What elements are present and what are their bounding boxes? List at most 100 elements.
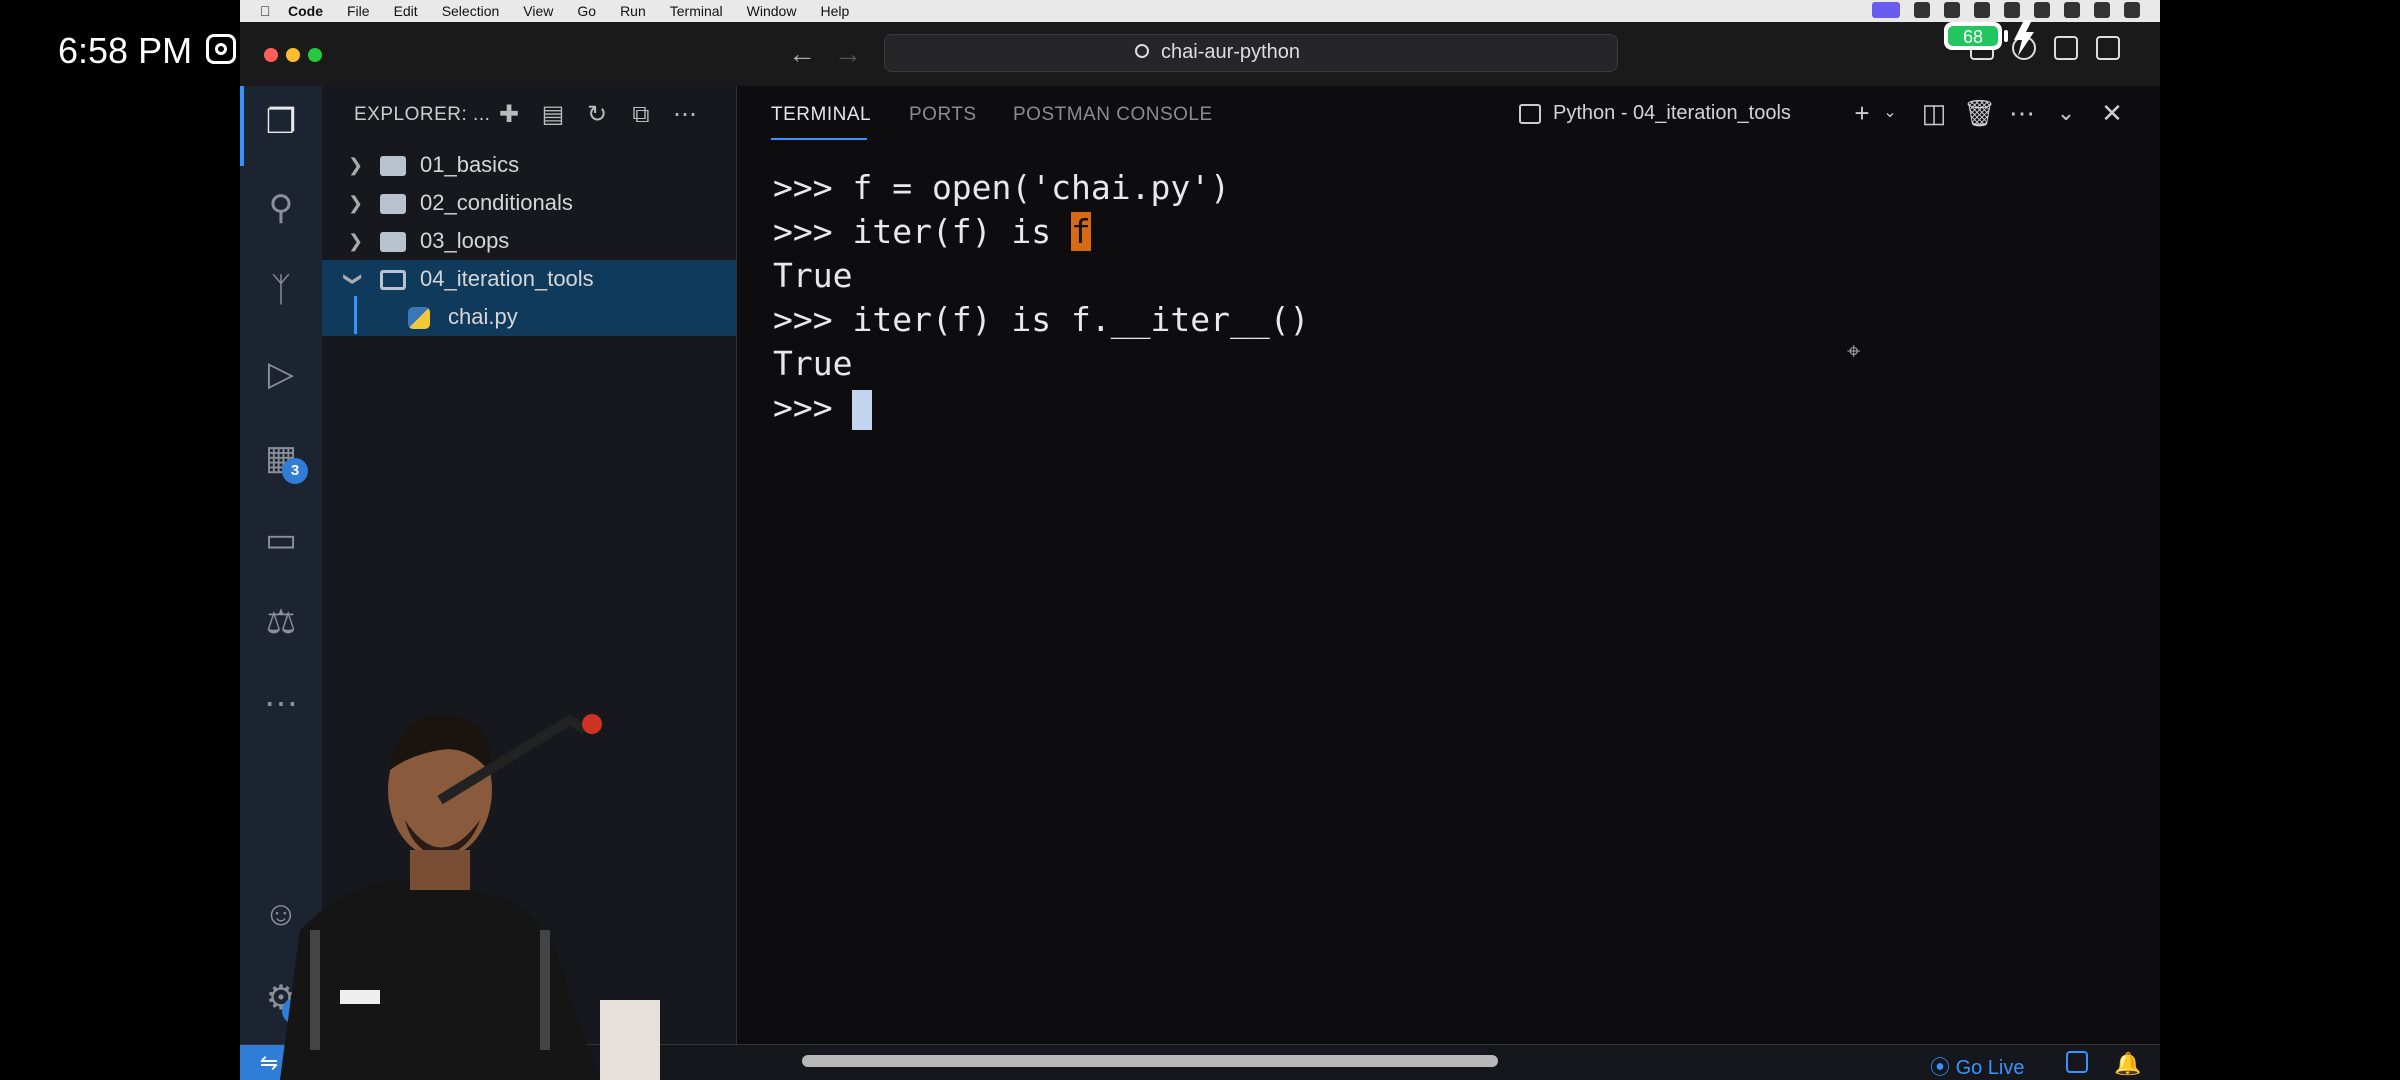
terminal-prompt: >>> xyxy=(773,388,853,427)
siri-icon[interactable] xyxy=(2094,2,2110,18)
tree-folder-04-iteration-tools[interactable]: ❯ 04_iteration_tools xyxy=(322,260,736,298)
charging-bolt-icon xyxy=(2014,20,2034,56)
tree-label: 02_conditionals xyxy=(420,190,573,215)
terminal-line-text: >>> iter(f) is xyxy=(773,212,1072,251)
source-control-icon[interactable]: ᛉ xyxy=(259,268,303,312)
tree-file-chai-py[interactable]: chai.py xyxy=(322,298,736,336)
tab-ports[interactable]: PORTS xyxy=(909,104,977,126)
search-text: chai-aur-python xyxy=(1161,41,1300,63)
command-center-search[interactable]: chai-aur-python xyxy=(884,34,1618,72)
battery-level: 68 xyxy=(1963,27,1983,47)
open-folder-icon xyxy=(380,270,406,290)
run-debug-icon[interactable]: ▷ xyxy=(259,352,303,396)
tree-label: chai.py xyxy=(448,304,518,329)
folder-icon xyxy=(380,156,406,176)
minimize-window-button[interactable] xyxy=(286,48,300,62)
menu-code[interactable]: Code xyxy=(288,3,323,19)
chevron-right-icon: ❯ xyxy=(348,231,364,251)
chevron-right-icon: ❯ xyxy=(348,193,364,213)
folder-icon xyxy=(380,232,406,252)
control-center-icon[interactable] xyxy=(2064,2,2080,18)
search-icon[interactable]: ⚲ xyxy=(259,186,303,230)
refresh-icon[interactable]: ↻ xyxy=(584,102,610,128)
new-file-icon[interactable]: ✚ xyxy=(496,102,522,128)
remote-explorer-icon[interactable]: ▭ xyxy=(259,518,303,562)
python-file-icon xyxy=(408,307,430,329)
menu-go[interactable]: Go xyxy=(577,3,596,19)
chevron-right-icon: ❯ xyxy=(348,155,364,175)
terminal-line: True xyxy=(773,344,853,383)
split-terminal-icon[interactable]: ◫ xyxy=(1919,98,1949,128)
close-window-button[interactable] xyxy=(264,48,278,62)
collapse-all-icon[interactable]: ⧉ xyxy=(628,102,654,128)
title-bar: ← → chai-aur-python xyxy=(240,22,2160,86)
terminal-output[interactable]: >>> f = open('chai.py') >>> iter(f) is f… xyxy=(773,166,1309,430)
terminal-prompt-line: >>> xyxy=(773,386,1309,430)
terminal-icon xyxy=(1519,104,1541,124)
tree-label: 03_loops xyxy=(420,228,510,253)
extensions-badge: 3 xyxy=(282,458,308,484)
tree-label: 04_iteration_tools xyxy=(420,266,594,291)
terminal-line: >>> f = open('chai.py') xyxy=(773,168,1230,207)
back-arrow-icon[interactable]: ← xyxy=(788,38,816,70)
text-cursor-ibeam: ⌖ xyxy=(1847,338,1861,365)
indent-guide xyxy=(354,296,357,334)
menu-terminal[interactable]: Terminal xyxy=(670,3,723,19)
phone-battery-icon: 68 xyxy=(1944,20,2034,56)
tree-folder-02-conditionals[interactable]: ❯ 02_conditionals xyxy=(322,184,736,222)
forward-arrow-icon[interactable]: → xyxy=(834,38,862,70)
close-panel-icon[interactable]: ✕ xyxy=(2097,98,2127,128)
chevron-down-icon[interactable]: ⌄ xyxy=(1875,98,1905,128)
folder-icon xyxy=(380,194,406,214)
go-live-label: Go Live xyxy=(1955,1057,2025,1079)
display-icon[interactable] xyxy=(2004,2,2020,18)
bluetooth-icon[interactable] xyxy=(1974,2,1990,18)
new-folder-icon[interactable]: ▤ xyxy=(540,102,566,128)
menu-window[interactable]: Window xyxy=(747,3,797,19)
apple-icon[interactable]:  xyxy=(260,3,278,19)
presenter-webcam-overlay xyxy=(280,714,660,1080)
menu-run[interactable]: Run xyxy=(620,3,646,19)
terminal-line: >>> iter(f) is f.__iter__() xyxy=(773,300,1310,339)
explorer-icon[interactable]: ❐ xyxy=(259,100,303,144)
signal2-icon xyxy=(2096,36,2120,60)
broadcast-icon: ⦿ xyxy=(1930,1057,1956,1079)
tree-folder-03-loops[interactable]: ❯ 03_loops xyxy=(322,222,736,260)
menu-edit[interactable]: Edit xyxy=(394,3,418,19)
active-tab-underline xyxy=(771,138,867,140)
screen:  Code File Edit Selection View Go Run T… xyxy=(240,0,2160,1080)
clock-icon[interactable] xyxy=(2124,2,2140,18)
search-match-highlight: f xyxy=(1071,212,1091,251)
search-icon xyxy=(1135,44,1149,58)
bell-icon[interactable]: 🔔 xyxy=(2114,1051,2141,1077)
menu-help[interactable]: Help xyxy=(820,3,849,19)
menubar-status-icons xyxy=(1872,2,2140,18)
copilot-icon[interactable] xyxy=(2066,1051,2088,1073)
grid-icon[interactable] xyxy=(1944,2,1960,18)
trash-icon[interactable]: 🗑 xyxy=(1963,98,1996,128)
more-actions-icon[interactable]: ⋯ xyxy=(2007,98,2037,128)
screen-record-icon[interactable] xyxy=(1872,2,1900,18)
go-live-button[interactable]: ⦿ Go Live xyxy=(1930,1051,2025,1080)
tab-postman-console[interactable]: POSTMAN CONSOLE xyxy=(1013,104,1213,126)
tree-label: 01_basics xyxy=(420,152,520,177)
testing-icon[interactable]: ⚖ xyxy=(259,600,303,644)
menu-view[interactable]: View xyxy=(523,3,553,19)
menu-selection[interactable]: Selection xyxy=(442,3,500,19)
tab-terminal[interactable]: TERMINAL xyxy=(771,104,871,126)
new-terminal-icon[interactable]: + xyxy=(1847,98,1877,128)
instagram-icon xyxy=(206,34,236,64)
terminal-panel: TERMINAL PORTS POSTMAN CONSOLE Python - … xyxy=(736,86,2160,1044)
terminal-instance-name[interactable]: Python - 04_iteration_tools xyxy=(1553,102,1791,125)
maximize-chevron-icon[interactable]: ⌄ xyxy=(2051,98,2081,128)
menu-file[interactable]: File xyxy=(347,3,370,19)
horizontal-scrollbar[interactable] xyxy=(802,1055,1498,1067)
tree-folder-01-basics[interactable]: ❯ 01_basics xyxy=(322,146,736,184)
record-icon[interactable] xyxy=(1914,2,1930,18)
active-indicator xyxy=(240,86,244,166)
terminal-line: True xyxy=(773,256,853,295)
more-actions-icon[interactable]: ⋯ xyxy=(672,102,698,128)
wifi-icon[interactable] xyxy=(2034,2,2050,18)
maximize-window-button[interactable] xyxy=(308,48,322,62)
explorer-header: EXPLORER: ... xyxy=(354,104,491,125)
